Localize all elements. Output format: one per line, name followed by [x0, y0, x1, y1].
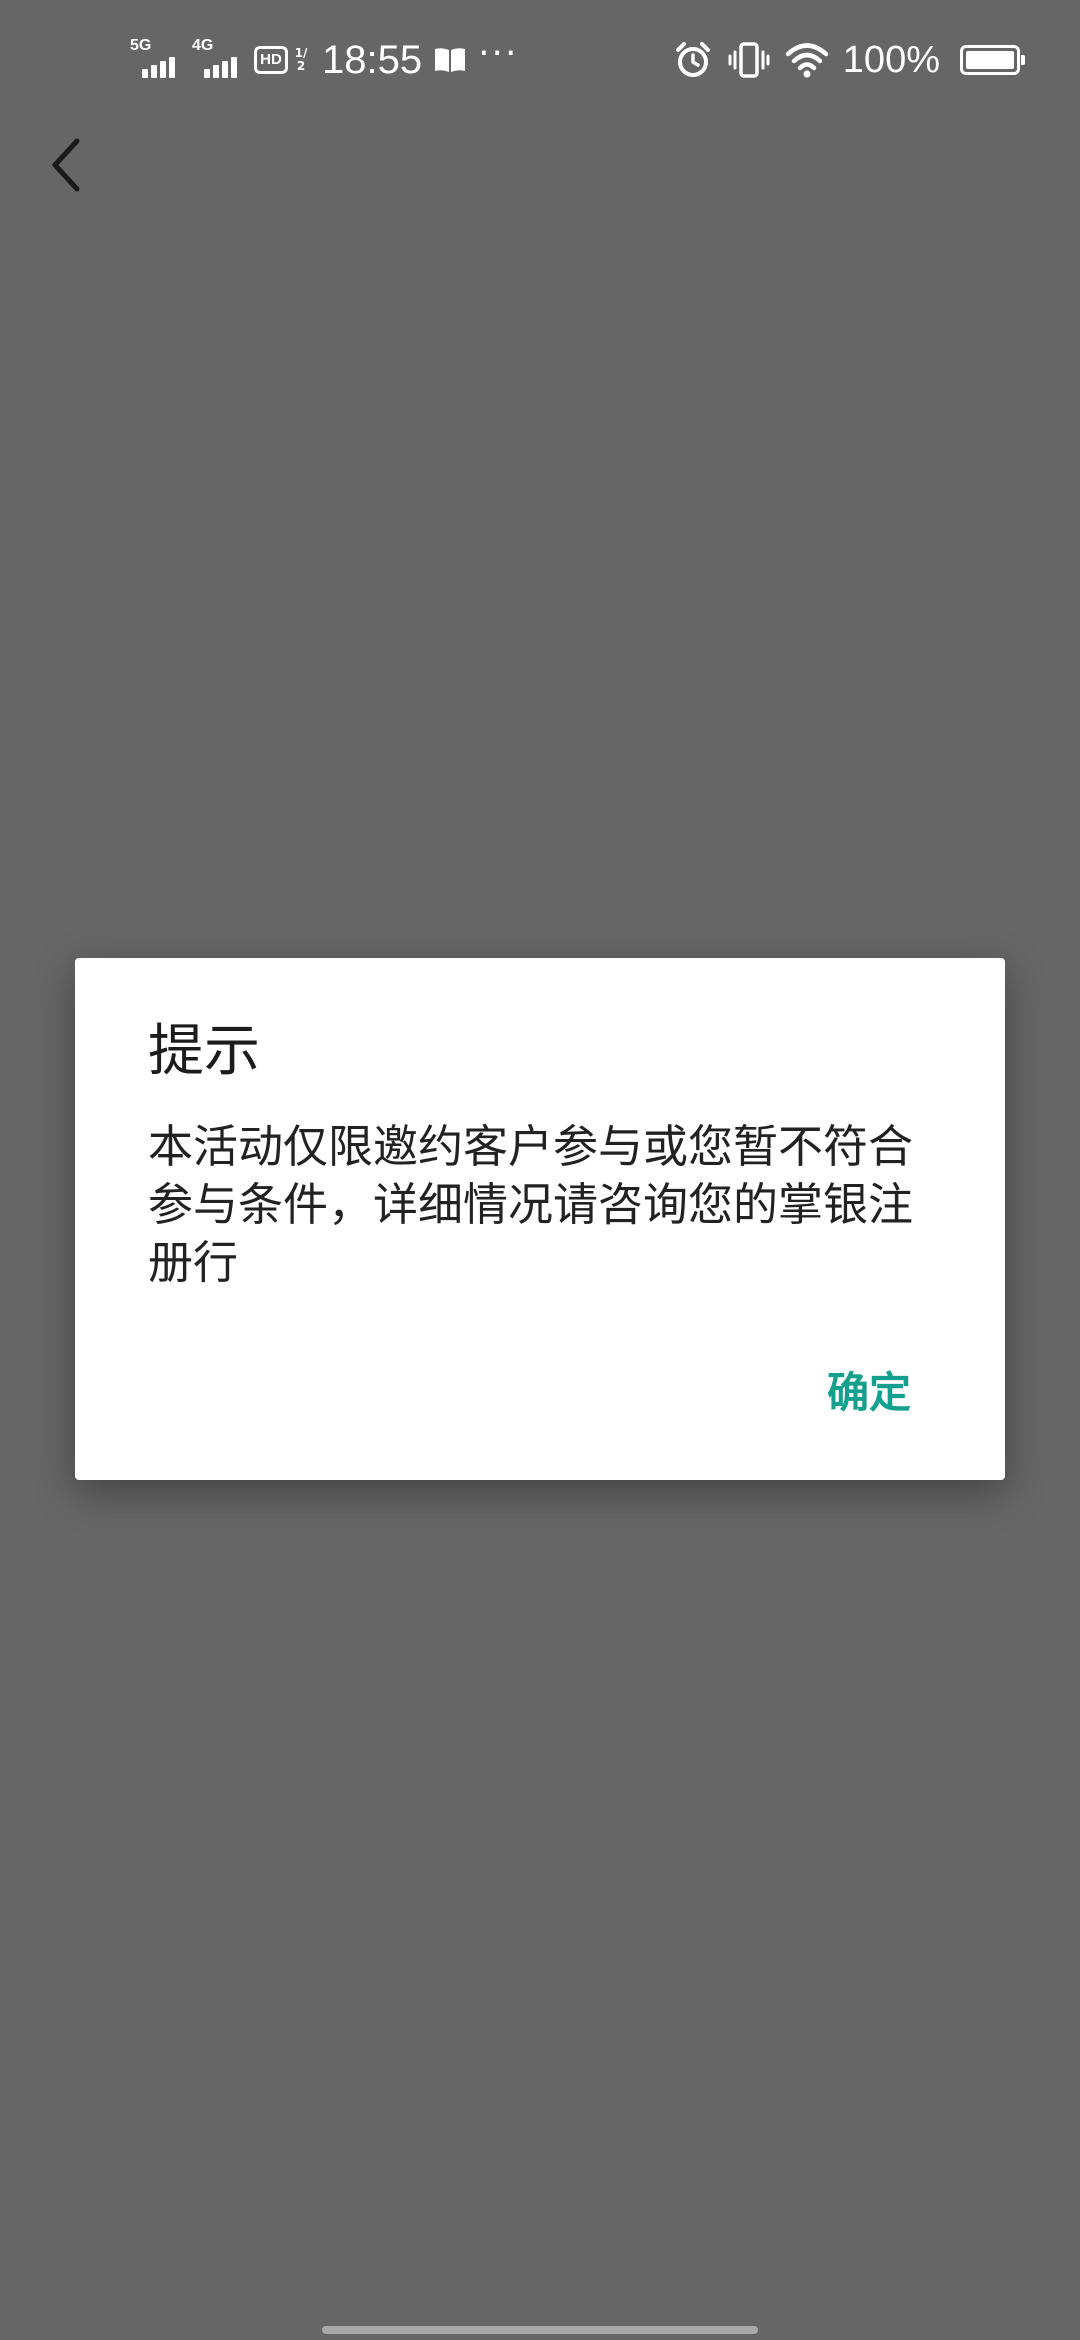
signal-5g-icon: 5G [130, 38, 182, 82]
home-indicator[interactable] [322, 2326, 758, 2334]
battery-percent: 100% [842, 38, 940, 81]
more-notifications-icon: ··· [478, 32, 519, 74]
wifi-icon [785, 43, 829, 78]
alert-dialog: 提示 本活动仅限邀约客户参与或您暂不符合参与条件，详细情况请咨询您的掌银注册行 … [75, 958, 1005, 1480]
hd-fraction: 1/2 [294, 46, 308, 73]
book-icon [435, 48, 466, 72]
hd-sim-indicator: 1/2 [294, 47, 308, 73]
battery-icon [960, 45, 1025, 75]
battery-level-fill [966, 51, 1014, 69]
alarm-icon [675, 42, 710, 77]
vibrate-icon [728, 42, 770, 78]
signal-4g-label: 4G [192, 37, 214, 54]
hd-voice-icon: HD [254, 46, 288, 74]
status-time: 18:55 [322, 37, 423, 82]
back-button[interactable] [30, 130, 100, 200]
status-left: 5G 4G HD 1/2 18:55 ··· [130, 30, 518, 90]
dialog-message: 本活动仅限邀约客户参与或您暂不符合参与条件，详细情况请咨询您的掌银注册行 [148, 1120, 914, 1289]
chevron-left-icon [52, 138, 80, 192]
nav-bar [0, 120, 1080, 225]
confirm-button[interactable]: 确定 [823, 1358, 915, 1428]
status-right: 100% [673, 30, 1025, 90]
dialog-title: 提示 [148, 1019, 260, 1084]
signal-5g-label: 5G [130, 37, 152, 54]
status-bar: 5G 4G HD 1/2 18:55 ··· 100% [0, 0, 1080, 120]
signal-4g-icon: 4G [192, 38, 244, 82]
